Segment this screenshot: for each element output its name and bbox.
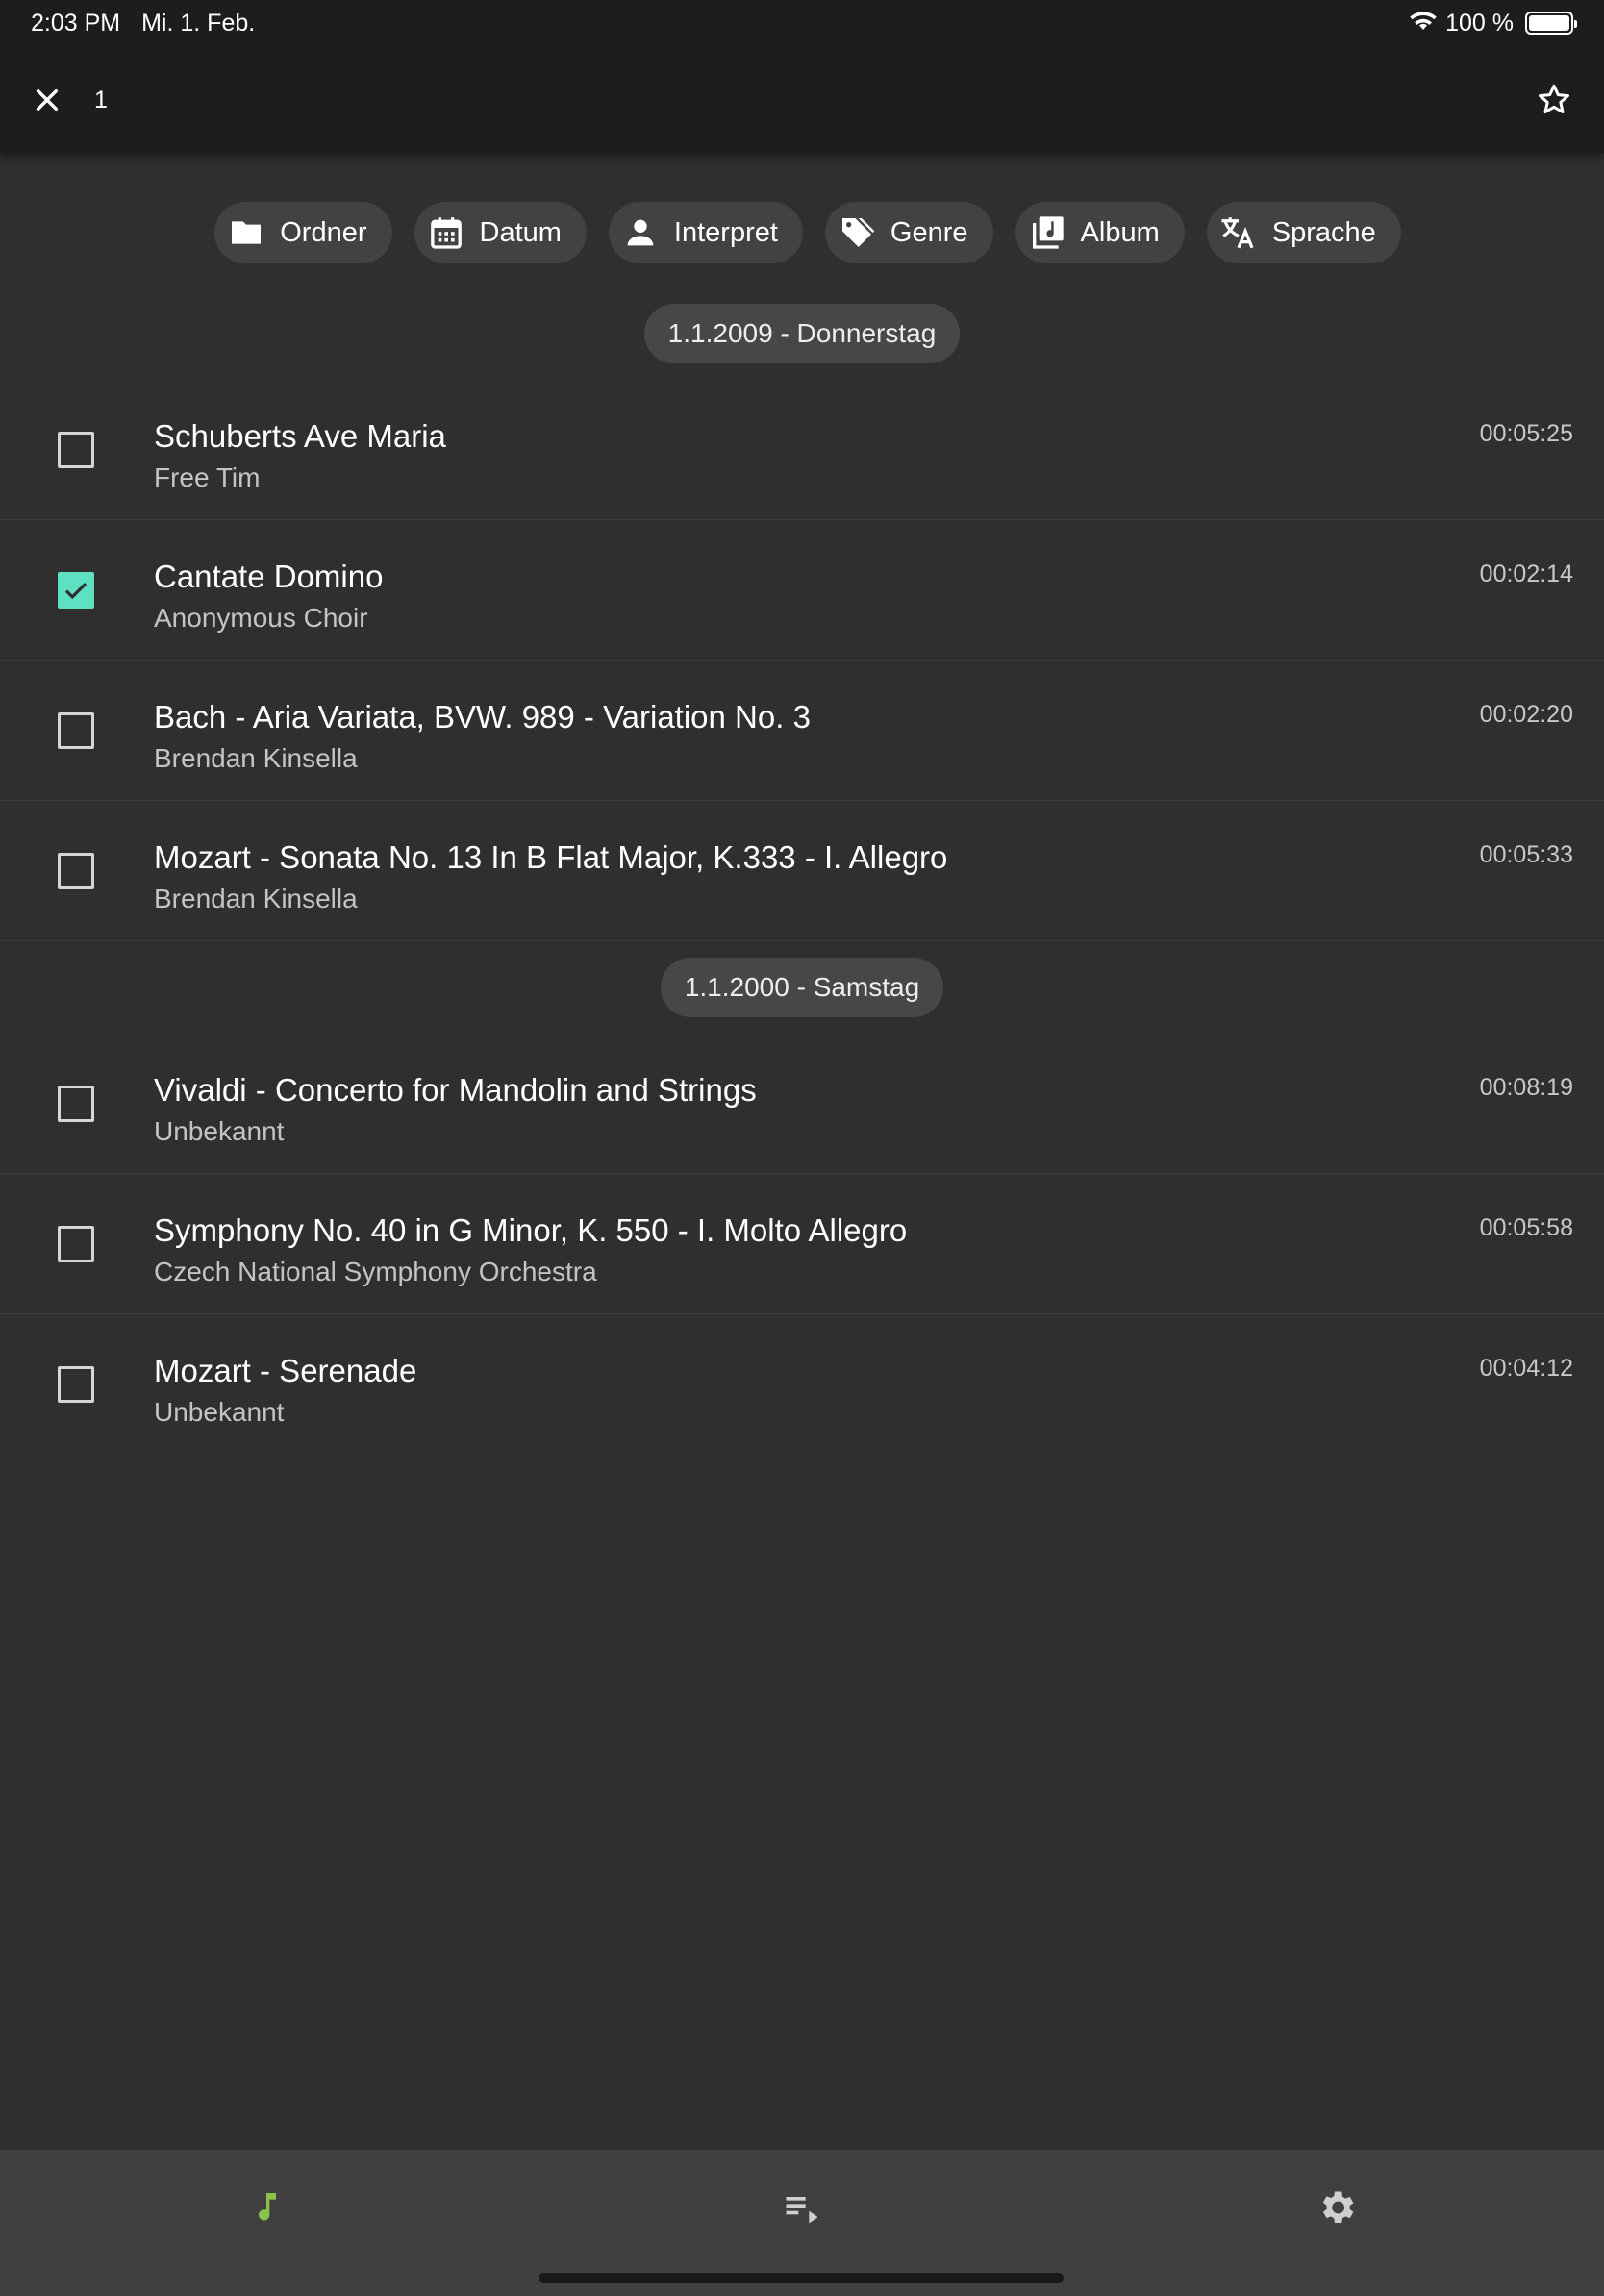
date-header-wrap: 1.1.2009 - Donnerstag xyxy=(0,304,1604,363)
track-title: Cantate Domino xyxy=(154,559,384,594)
track-artist: Free Tim xyxy=(154,462,261,492)
filter-chips: Ordner Datum Interpret Genre Album Sprac… xyxy=(0,202,1604,263)
track-row[interactable]: Symphony No. 40 in G Minor, K. 550 - I. … xyxy=(0,1174,1604,1314)
filter-chip-label: Album xyxy=(1080,216,1160,248)
settings-gear-icon xyxy=(1322,2191,1354,2223)
track-duration: 00:05:33 xyxy=(1479,841,1573,868)
music-note-icon xyxy=(259,2193,276,2221)
track-title: Mozart - Sonata No. 13 In B Flat Major, … xyxy=(154,839,948,875)
track-row[interactable]: Bach - Aria Variata, BVW. 989 - Variatio… xyxy=(0,661,1604,801)
track-title: Symphony No. 40 in G Minor, K. 550 - I. … xyxy=(154,1212,908,1248)
battery-percent: 100 % xyxy=(1445,9,1514,37)
album-icon xyxy=(1027,212,1067,253)
track-row[interactable]: Vivaldi - Concerto for Mandolin and Stri… xyxy=(0,1034,1604,1174)
track-title: Vivaldi - Concerto for Mandolin and Stri… xyxy=(154,1072,757,1108)
track-checkbox[interactable] xyxy=(58,852,94,889)
track-duration: 00:08:19 xyxy=(1479,1074,1573,1101)
nav-tab-settings[interactable] xyxy=(1308,2179,1366,2236)
track-checkbox[interactable] xyxy=(58,1225,94,1262)
track-title: Mozart - Serenade xyxy=(154,1353,417,1388)
filter-chip-album[interactable]: Album xyxy=(1015,202,1185,263)
selected-count: 1 xyxy=(94,86,108,113)
filter-chip-label: Sprache xyxy=(1271,216,1376,248)
close-icon[interactable] xyxy=(29,82,65,118)
track-checkbox[interactable] xyxy=(58,1085,94,1122)
filter-chip-datum[interactable]: Datum xyxy=(414,202,587,263)
track-artist: Anonymous Choir xyxy=(154,603,368,633)
track-row[interactable]: Cantate Domino Anonymous Choir 00:02:14 xyxy=(0,520,1604,661)
track-artist: Unbekannt xyxy=(154,1116,285,1146)
nav-tab-music[interactable] xyxy=(238,2179,295,2236)
track-row[interactable]: Mozart - Serenade Unbekannt 00:04:12 xyxy=(0,1314,1604,1455)
filter-chip-label: Interpret xyxy=(673,216,778,248)
date-header: 1.1.2000 - Samstag xyxy=(660,958,944,1017)
status-bar: 2:03 PM Mi. 1. Feb. 100 % xyxy=(0,0,1604,46)
track-artist: Brendan Kinsella xyxy=(154,743,358,773)
wifi-icon xyxy=(1409,9,1438,38)
calendar-icon xyxy=(426,212,466,253)
status-right: 100 % xyxy=(1409,9,1577,38)
filter-chip-sprache[interactable]: Sprache xyxy=(1206,202,1401,263)
filter-chip-ordner[interactable]: Ordner xyxy=(214,202,392,263)
star-outline-icon[interactable] xyxy=(1533,79,1575,121)
track-duration: 00:04:12 xyxy=(1479,1355,1573,1382)
track-checkbox[interactable] xyxy=(58,431,94,468)
track-duration: 00:02:20 xyxy=(1479,701,1573,728)
track-checkbox-checked[interactable] xyxy=(58,571,94,609)
filter-chip-label: Genre xyxy=(890,216,968,248)
date-header: 1.1.2009 - Donnerstag xyxy=(643,304,961,363)
folder-icon xyxy=(226,212,266,253)
track-checkbox[interactable] xyxy=(58,1366,94,1403)
filter-chip-genre[interactable]: Genre xyxy=(824,202,993,263)
track-row[interactable]: Mozart - Sonata No. 13 In B Flat Major, … xyxy=(0,801,1604,941)
track-title: Bach - Aria Variata, BVW. 989 - Variatio… xyxy=(154,699,811,735)
nav-tab-playlist[interactable] xyxy=(773,2179,831,2236)
filter-chip-label: Datum xyxy=(479,216,562,248)
battery-fill xyxy=(1529,15,1569,31)
track-duration: 00:05:58 xyxy=(1479,1214,1573,1241)
date-header-wrap: 1.1.2000 - Samstag xyxy=(0,958,1604,1017)
person-icon xyxy=(620,212,661,253)
selection-app-bar: 1 xyxy=(0,46,1604,154)
track-duration: 00:02:14 xyxy=(1479,561,1573,587)
track-artist: Unbekannt xyxy=(154,1397,285,1427)
status-date: Mi. 1. Feb. xyxy=(141,9,256,37)
checkmark-icon xyxy=(64,582,88,599)
translate-icon xyxy=(1218,212,1259,253)
track-duration: 00:05:25 xyxy=(1479,420,1573,447)
track-title: Schuberts Ave Maria xyxy=(154,418,446,454)
home-indicator xyxy=(539,2273,1064,2283)
track-artist: Czech National Symphony Orchestra xyxy=(154,1257,597,1286)
track-row[interactable]: Schuberts Ave Maria Free Tim 00:05:25 xyxy=(0,380,1604,520)
playlist-play-icon xyxy=(786,2197,818,2224)
battery-icon xyxy=(1525,12,1577,35)
filter-chip-label: Ordner xyxy=(280,216,367,248)
filter-chip-interpret[interactable]: Interpret xyxy=(608,202,803,263)
tag-icon xyxy=(837,212,877,253)
track-artist: Brendan Kinsella xyxy=(154,884,358,913)
track-checkbox[interactable] xyxy=(58,711,94,749)
status-time: 2:03 PM xyxy=(31,9,121,37)
